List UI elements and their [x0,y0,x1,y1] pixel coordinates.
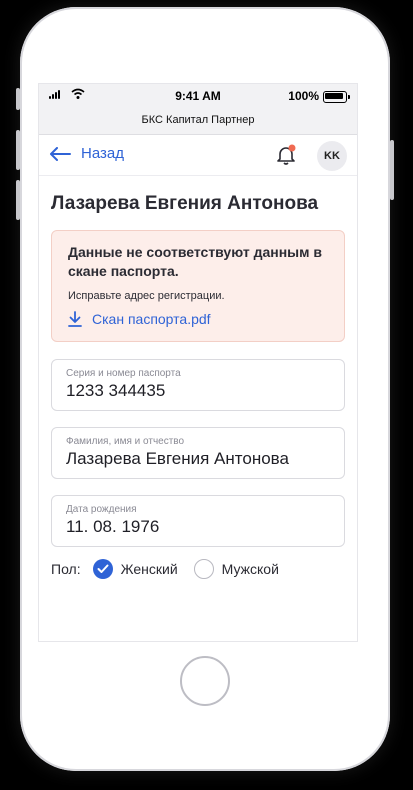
back-label: Назад [81,145,124,162]
power-button [390,140,394,200]
field-value: 11. 08. 1976 [66,517,160,536]
error-alert: Данные не соответствуют данным в скане п… [51,230,345,342]
field-label: Дата рождения [66,504,137,515]
page-title: Лазарева Евгения Антонова [51,193,319,214]
passport-scan-link[interactable]: Скан паспорта.pdf [68,311,328,327]
field-value: 1233 344435 [66,381,166,400]
volume-down-button [16,180,20,220]
alert-message: Исправьте адрес регистрации. [68,290,225,302]
app-title: БКС Капитал Партнер [39,106,357,135]
home-button[interactable] [180,656,230,706]
avatar[interactable]: KK [317,141,347,171]
status-bar: 9:41 AM 100% [39,84,357,106]
volume-up-button [16,130,20,170]
field-label: Фамилия, имя и отчество [66,436,185,447]
battery-percent: 100% [288,89,319,103]
birth-date-field[interactable]: Дата рождения 11. 08. 1976 [51,495,345,547]
battery-icon [323,91,350,103]
field-value: Лазарева Евгения Антонова [66,449,289,468]
back-button[interactable]: Назад [49,145,124,162]
notification-dot [288,144,296,152]
bell-icon[interactable] [275,144,297,166]
download-icon [68,311,82,327]
field-label: Серия и номер паспорта [66,368,181,379]
gender-selector: Пол: Женский Мужской [51,559,345,579]
passport-number-field[interactable]: Серия и номер паспорта 1233 344435 [51,359,345,411]
screen: 9:41 AM 100% БКС Капитал Партнер Назад K… [38,83,358,642]
file-name: Скан паспорта.pdf [92,311,211,327]
full-name-field[interactable]: Фамилия, имя и отчество Лазарева Евгения… [51,427,345,479]
nav-header: Назад KK [39,135,357,176]
mute-switch [16,88,20,110]
main-content: Лазарева Евгения Антонова Данные не соот… [39,193,357,579]
option-label: Мужской [221,561,279,577]
radio-checked-icon [92,559,113,579]
arrow-left-icon [50,146,71,161]
alert-title: Данные не соответствуют данным в скане п… [68,244,322,279]
gender-label: Пол: [51,561,81,577]
gender-option-female[interactable]: Женский [92,559,178,579]
option-label: Женский [120,561,178,577]
radio-unchecked-icon [193,559,214,579]
gender-option-male[interactable]: Мужской [190,559,279,579]
